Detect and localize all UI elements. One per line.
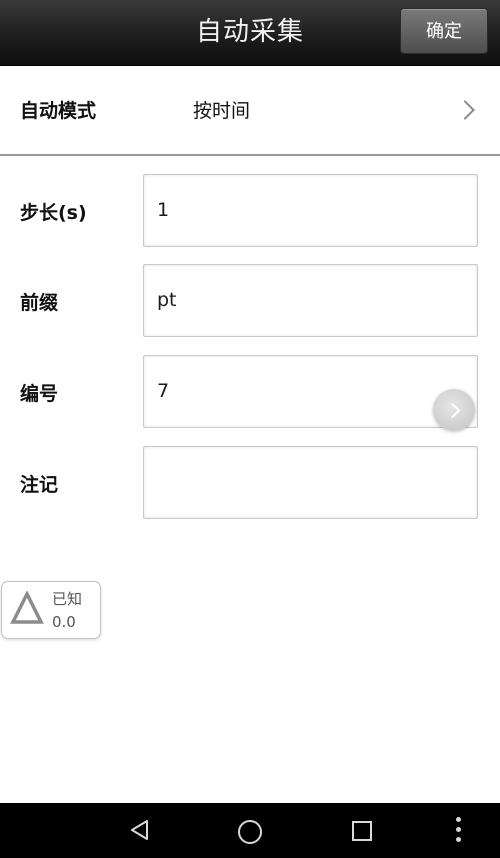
step-value: 1 bbox=[157, 199, 170, 221]
recent-apps-icon[interactable] bbox=[352, 821, 372, 841]
step-label: 步长(s) bbox=[20, 202, 87, 224]
confirm-button[interactable]: 确定 bbox=[400, 8, 488, 54]
floating-next-button[interactable] bbox=[433, 389, 475, 431]
chevron-right-icon bbox=[455, 100, 475, 120]
number-input[interactable]: 7 bbox=[143, 355, 478, 428]
overflow-menu-icon[interactable] bbox=[455, 817, 461, 845]
prefix-value: pt bbox=[157, 289, 177, 311]
system-nav-bar bbox=[0, 803, 500, 858]
triangle-icon bbox=[10, 591, 44, 624]
back-icon[interactable] bbox=[128, 818, 152, 842]
number-value: 7 bbox=[157, 380, 170, 402]
known-status-value: 0.0 bbox=[52, 613, 76, 631]
auto-mode-selector[interactable]: 自动模式 按时间 bbox=[0, 66, 500, 156]
title-bar: 自动采集 确定 bbox=[0, 0, 500, 65]
prefix-label: 前缀 bbox=[20, 292, 59, 314]
known-status-badge[interactable]: 已知 0.0 bbox=[1, 581, 101, 639]
home-icon[interactable] bbox=[238, 820, 262, 844]
note-input[interactable] bbox=[143, 446, 478, 519]
auto-mode-value: 按时间 bbox=[193, 100, 251, 122]
step-input[interactable]: 1 bbox=[143, 174, 478, 247]
known-status-label: 已知 bbox=[52, 590, 83, 608]
note-label: 注记 bbox=[20, 474, 59, 496]
chevron-right-icon bbox=[444, 402, 461, 419]
auto-mode-label: 自动模式 bbox=[20, 100, 97, 122]
number-label: 编号 bbox=[20, 383, 59, 405]
prefix-input[interactable]: pt bbox=[143, 264, 478, 337]
